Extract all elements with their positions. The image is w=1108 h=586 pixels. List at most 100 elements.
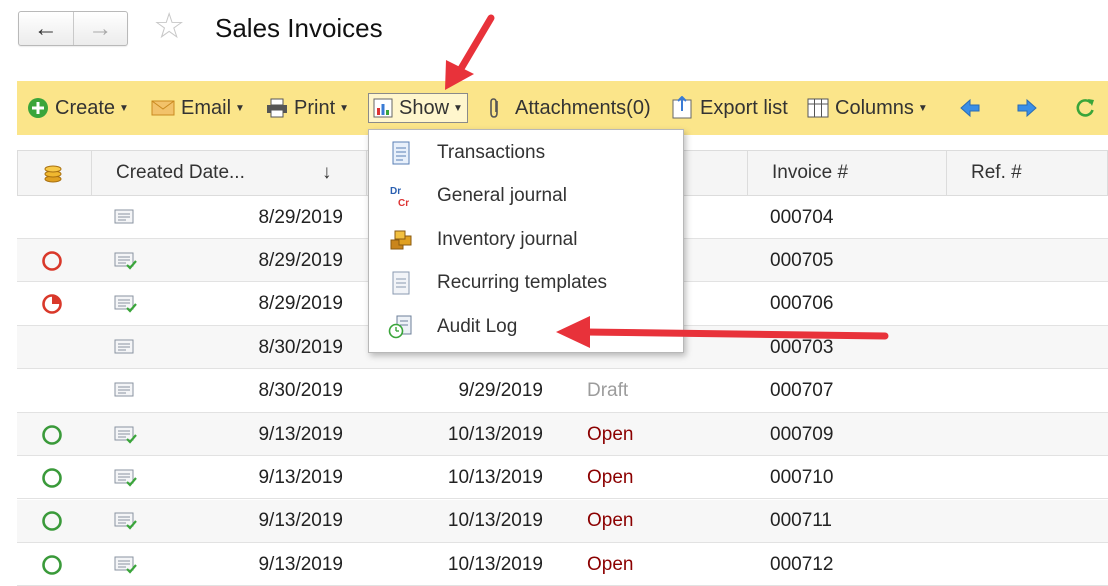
- columns-label: Columns: [835, 96, 914, 119]
- created-date-cell: 9/13/2019: [258, 553, 343, 575]
- print-label: Print: [294, 96, 336, 119]
- table-row[interactable]: 9/13/2019 10/13/2019 Open 000710: [17, 456, 1108, 500]
- plus-circle-icon: [28, 98, 48, 118]
- menu-item-transactions[interactable]: Transactions: [369, 131, 683, 174]
- created-date-cell: 9/13/2019: [258, 510, 343, 532]
- payment-status-cell: [41, 456, 65, 499]
- next-page-button[interactable]: [1016, 81, 1044, 135]
- partially-paid-icon: [42, 294, 62, 315]
- open-circle-icon: [42, 424, 62, 445]
- payment-status-cell: [41, 413, 65, 456]
- attachments-button[interactable]: Attachments(0): [487, 81, 651, 135]
- menu-item-label: Inventory journal: [437, 228, 578, 250]
- sent-document-icon: [114, 512, 137, 530]
- refresh-button[interactable]: [1074, 81, 1102, 135]
- document-cell[interactable]: [114, 239, 138, 282]
- menu-item-inventory-journal[interactable]: Inventory journal: [369, 218, 683, 261]
- table-row[interactable]: 8/30/2019 9/29/2019 Draft 000707: [17, 370, 1108, 413]
- document-cell[interactable]: [114, 283, 138, 326]
- star-icon[interactable]: ☆: [153, 8, 185, 44]
- chevron-down-icon: ▼: [339, 102, 350, 114]
- invoice-number-column-header[interactable]: Invoice #: [772, 151, 848, 195]
- payment-status-cell: [41, 543, 65, 586]
- payment-status-cell: [41, 239, 65, 282]
- document-cell[interactable]: [114, 370, 138, 413]
- payment-status-cell: [41, 283, 65, 326]
- dr-cr-icon: Dr Cr: [390, 186, 409, 208]
- document-icon: [114, 382, 134, 397]
- refresh-icon: [1076, 99, 1094, 117]
- document-cell[interactable]: [114, 413, 138, 456]
- back-button[interactable]: ←: [19, 12, 74, 45]
- document-cell[interactable]: [114, 500, 138, 543]
- menu-item-recurring-templates[interactable]: Recurring templates: [369, 261, 683, 304]
- status-cell: Draft: [587, 380, 629, 402]
- show-dropdown-menu: Transactions Dr Cr General journal Inven…: [368, 129, 684, 353]
- columns-icon: [807, 98, 829, 118]
- created-date-cell: 9/13/2019: [258, 423, 343, 445]
- created-date-column-header[interactable]: Created Date...: [116, 151, 245, 195]
- table-row[interactable]: 9/13/2019 10/13/2019 Open 000709: [17, 413, 1108, 456]
- transactions-icon: [392, 141, 410, 165]
- audit-log-icon: [388, 315, 412, 339]
- menu-item-audit-log[interactable]: Audit Log: [369, 305, 683, 348]
- columns-button[interactable]: Columns ▼: [807, 81, 928, 135]
- payment-status-cell: [41, 196, 65, 239]
- table-row[interactable]: 9/13/2019 10/13/2019 Open 000712: [17, 543, 1108, 586]
- sort-descending-icon[interactable]: ↓: [322, 151, 332, 195]
- arrow-left-blue-icon: [960, 98, 980, 118]
- due-date-cell: 10/13/2019: [447, 466, 543, 488]
- created-date-cell: 8/29/2019: [258, 206, 343, 228]
- created-date-cell: 8/29/2019: [258, 249, 343, 271]
- report-chart-icon: [373, 98, 393, 118]
- export-icon: [672, 96, 692, 119]
- email-button[interactable]: Email ▼: [151, 81, 245, 135]
- document-icon: [392, 271, 410, 295]
- show-label: Show: [399, 96, 450, 119]
- due-date-cell: 10/13/2019: [447, 423, 543, 445]
- svg-text:Cr: Cr: [398, 198, 409, 208]
- export-list-button[interactable]: Export list: [670, 81, 788, 135]
- menu-item-label: Audit Log: [437, 315, 518, 337]
- forward-button[interactable]: →: [74, 12, 128, 45]
- print-button[interactable]: Print ▼: [266, 81, 349, 135]
- sent-document-icon: [114, 556, 137, 574]
- payment-column-header[interactable]: [42, 151, 64, 195]
- due-date-cell: 10/13/2019: [447, 510, 543, 532]
- attachments-label: Attachments(0): [515, 96, 651, 119]
- svg-text:Dr: Dr: [390, 186, 401, 197]
- created-date-header-label: Created Date...: [116, 162, 245, 183]
- menu-item-general-journal[interactable]: Dr Cr General journal: [369, 174, 683, 217]
- document-cell[interactable]: [114, 326, 138, 369]
- open-circle-icon: [42, 554, 62, 575]
- document-icon: [114, 339, 134, 354]
- arrow-left-icon: ←: [33, 14, 58, 42]
- due-date-cell: 10/13/2019: [447, 553, 543, 575]
- payment-status-cell: [41, 370, 65, 413]
- toolbar: Create ▼ Email ▼ Print ▼ Show ▼ Attachme…: [17, 81, 1108, 135]
- table-row[interactable]: 9/13/2019 10/13/2019 Open 000711: [17, 499, 1108, 543]
- coins-icon: [44, 165, 62, 183]
- created-date-cell: 8/29/2019: [258, 293, 343, 315]
- invoice-number-cell: 000705: [770, 249, 834, 271]
- create-button[interactable]: Create ▼: [27, 81, 129, 135]
- invoice-number-cell: 000704: [770, 206, 834, 228]
- payment-status-cell: [41, 326, 65, 369]
- sent-document-icon: [114, 252, 137, 270]
- export-label: Export list: [700, 96, 788, 119]
- email-label: Email: [181, 96, 232, 119]
- document-cell[interactable]: [114, 196, 138, 239]
- page-title: Sales Invoices: [215, 13, 383, 43]
- previous-page-button[interactable]: [959, 81, 987, 135]
- ref-number-column-header[interactable]: Ref. #: [971, 151, 1022, 195]
- created-date-cell: 9/13/2019: [258, 466, 343, 488]
- arrow-right-icon: →: [88, 14, 113, 42]
- menu-item-label: Recurring templates: [437, 271, 608, 293]
- document-cell[interactable]: [114, 543, 138, 586]
- arrow-right-blue-icon: [1017, 98, 1037, 118]
- history-nav: ← →: [18, 11, 128, 46]
- invoice-number-cell: 000703: [770, 336, 834, 358]
- show-button[interactable]: Show ▼: [368, 93, 468, 123]
- document-cell[interactable]: [114, 456, 138, 499]
- created-date-cell: 8/30/2019: [258, 336, 343, 358]
